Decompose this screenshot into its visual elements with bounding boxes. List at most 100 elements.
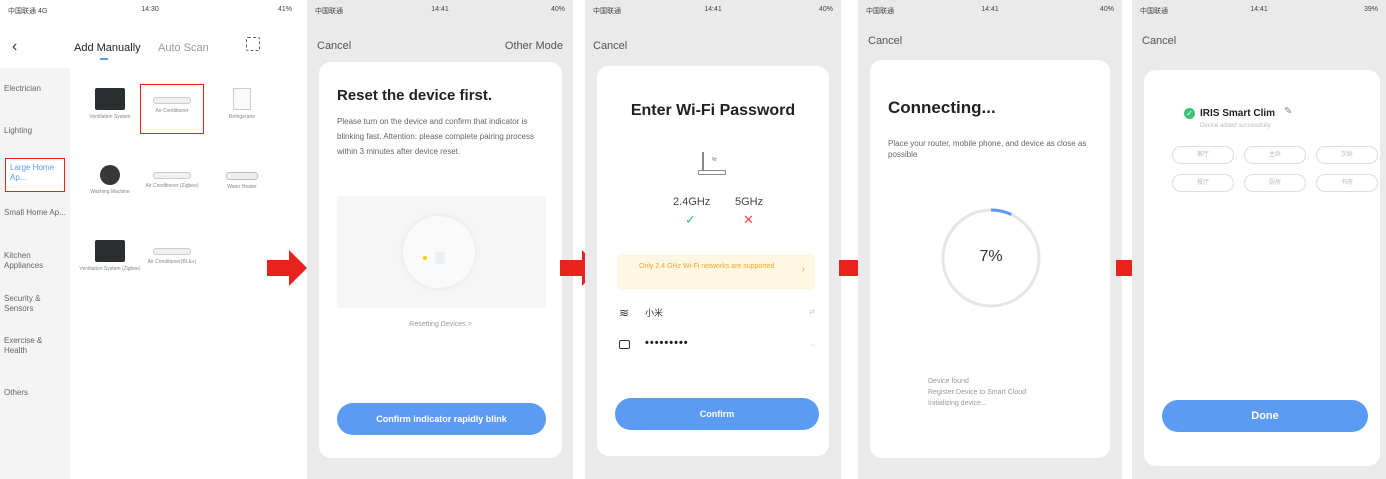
- sidebar-item-label: Large Home Ap...: [10, 163, 55, 182]
- category-sidebar: Electrician Lighting Large Home Ap... Sm…: [0, 68, 70, 479]
- wifi-icon: ≋: [619, 306, 630, 320]
- lock-icon: [619, 340, 630, 349]
- device-air-conditioner[interactable]: Air Conditioner: [140, 84, 204, 134]
- show-password-icon[interactable]: ⌣: [810, 342, 815, 350]
- device-ac-zigbee[interactable]: Air Conditioner (Zigbee): [140, 172, 204, 190]
- device-label: Refrigerator: [228, 114, 256, 120]
- battery: 40%: [818, 6, 833, 13]
- resetting-devices-link[interactable]: Resetting Devices >: [319, 321, 562, 328]
- page-title: Reset the device first.: [337, 87, 493, 104]
- page-title: Enter Wi-Fi Password: [630, 102, 796, 119]
- confirm-blink-button[interactable]: Confirm indicator rapidly blink: [337, 403, 546, 435]
- sidebar-item-kitchen[interactable]: Kitchen Appliances: [4, 251, 66, 271]
- device-label: Ventilation System: [89, 114, 131, 120]
- tab-auto-scan[interactable]: Auto Scan: [158, 42, 209, 54]
- device-ventilation[interactable]: Ventilation System: [78, 88, 142, 121]
- switch-network-icon[interactable]: ⇄: [809, 308, 815, 316]
- ac-icon: [153, 97, 191, 104]
- indicator-light-icon: [403, 216, 475, 288]
- sidebar-item-electrician[interactable]: Electrician: [4, 84, 66, 94]
- screen-wifi-password: 中国联通 14:41 40% Cancel Enter Wi-Fi Passwo…: [585, 0, 841, 479]
- back-icon[interactable]: ‹: [12, 38, 17, 56]
- sidebar-item-large-home[interactable]: Large Home Ap...: [5, 158, 65, 192]
- reset-illustration: [337, 196, 546, 308]
- device-ac-ble[interactable]: Air Conditioner(BLE+): [140, 248, 204, 266]
- room-chip[interactable]: 客厅: [1172, 146, 1234, 164]
- band-5ghz-label: 5GHz: [735, 196, 764, 208]
- cancel-link[interactable]: Cancel: [317, 40, 351, 52]
- heater-icon: [226, 172, 258, 180]
- device-label: Air Conditioner(BLE+): [147, 259, 197, 265]
- tab-indicator: [100, 58, 108, 60]
- room-chip[interactable]: 次卧: [1316, 146, 1378, 164]
- sidebar-item-others[interactable]: Others: [4, 388, 66, 398]
- ssid-field[interactable]: 小米: [645, 306, 663, 319]
- device-ventilation-zigbee[interactable]: Ventilation System (Zigbee): [78, 240, 142, 273]
- arrow-right-icon: [267, 250, 307, 286]
- room-chip[interactable]: 餐厅: [1172, 174, 1234, 192]
- battery: 40%: [1099, 6, 1114, 13]
- cancel-link[interactable]: Cancel: [1142, 35, 1176, 47]
- confirm-button[interactable]: Confirm: [615, 398, 819, 430]
- cancel-link[interactable]: Cancel: [593, 40, 627, 52]
- success-card: ✓ IRIS Smart Clim ✎ Device added success…: [1144, 70, 1380, 466]
- device-washing-machine[interactable]: Washing Machine: [78, 165, 142, 196]
- ventilation-icon: [95, 88, 125, 110]
- router-icon: ≈: [698, 152, 728, 178]
- warning-banner: Only 2.4 GHz Wi-Fi networks are supporte…: [617, 254, 815, 290]
- screen-device-added: 中国联通 14:41 39% Cancel ✓ IRIS Smart Clim …: [1132, 0, 1386, 479]
- status-bar: 中国联通 14:41 40%: [858, 0, 1122, 22]
- room-chip[interactable]: 主卧: [1244, 146, 1306, 164]
- sidebar-item-small-home[interactable]: Small Home Ap...: [4, 208, 66, 218]
- tab-add-manually[interactable]: Add Manually: [74, 42, 141, 54]
- edit-name-icon[interactable]: ✎: [1284, 106, 1292, 117]
- sidebar-item-lighting[interactable]: Lighting: [4, 126, 66, 136]
- room-chip[interactable]: 厨房: [1244, 174, 1306, 192]
- device-name: IRIS Smart Clim: [1200, 108, 1276, 119]
- battery: 39%: [1363, 6, 1378, 13]
- device-label: Air Conditioner (Zigbee): [145, 183, 199, 189]
- fridge-icon: [233, 88, 251, 110]
- password-field[interactable]: •••••••••: [645, 337, 689, 349]
- warning-text: Only 2.4 GHz Wi-Fi networks are supporte…: [639, 263, 775, 270]
- device-label: Air Conditioner: [155, 108, 189, 114]
- step-initializing: Initializing device...: [928, 400, 987, 407]
- other-mode-link[interactable]: Other Mode: [505, 40, 563, 52]
- check-icon: ✓: [685, 212, 696, 227]
- battery: 41%: [277, 6, 292, 13]
- done-button[interactable]: Done: [1162, 400, 1368, 432]
- warning-chevron-icon: ›: [801, 264, 805, 275]
- battery: 40%: [550, 6, 565, 13]
- clock: 14:30: [141, 6, 159, 13]
- sidebar-item-security[interactable]: Security & Sensors: [4, 294, 66, 314]
- status-bar: 中国联通 14:41 40%: [307, 0, 573, 22]
- connecting-hint: Place your router, mobile phone, and dev…: [888, 139, 1087, 159]
- clock: 14:41: [1250, 6, 1268, 13]
- scan-icon[interactable]: [246, 37, 260, 51]
- step-device-found: Device found: [928, 378, 969, 385]
- device-water-heater[interactable]: Water Heater: [210, 172, 274, 191]
- ventilation-icon: [95, 240, 125, 262]
- sidebar-item-exercise[interactable]: Exercise & Health: [4, 336, 66, 356]
- device-label: Water Heater: [227, 184, 257, 190]
- room-chip[interactable]: 书房: [1316, 174, 1378, 192]
- device-refrigerator[interactable]: Refrigerator: [210, 88, 274, 121]
- cancel-link[interactable]: Cancel: [868, 35, 902, 47]
- device-label: Washing Machine: [90, 189, 130, 195]
- band-24ghz-label: 2.4GHz: [673, 196, 711, 208]
- reset-card: Reset the device first. Please turn on t…: [319, 62, 562, 458]
- cross-icon: ✕: [743, 212, 754, 227]
- clock: 14:41: [431, 6, 449, 13]
- status-bar: 中国联通 14:41 39%: [1132, 0, 1386, 22]
- screen-add-manually: 中国联通 4G 14:30 41% ‹ Add Manually Auto Sc…: [0, 0, 300, 479]
- clock: 14:41: [981, 6, 999, 13]
- clock: 14:41: [704, 6, 722, 13]
- device-label: Ventilation System (Zigbee): [79, 266, 141, 272]
- connecting-card: Connecting... Place your router, mobile …: [870, 60, 1110, 458]
- status-bar: 中国联通 14:41 40%: [585, 0, 841, 22]
- instructions: Please turn on the device and confirm th…: [337, 117, 535, 156]
- ac-icon: [153, 172, 191, 179]
- page-title: Connecting...: [888, 98, 996, 117]
- ac-icon: [153, 248, 191, 255]
- success-check-icon: ✓: [1184, 108, 1195, 119]
